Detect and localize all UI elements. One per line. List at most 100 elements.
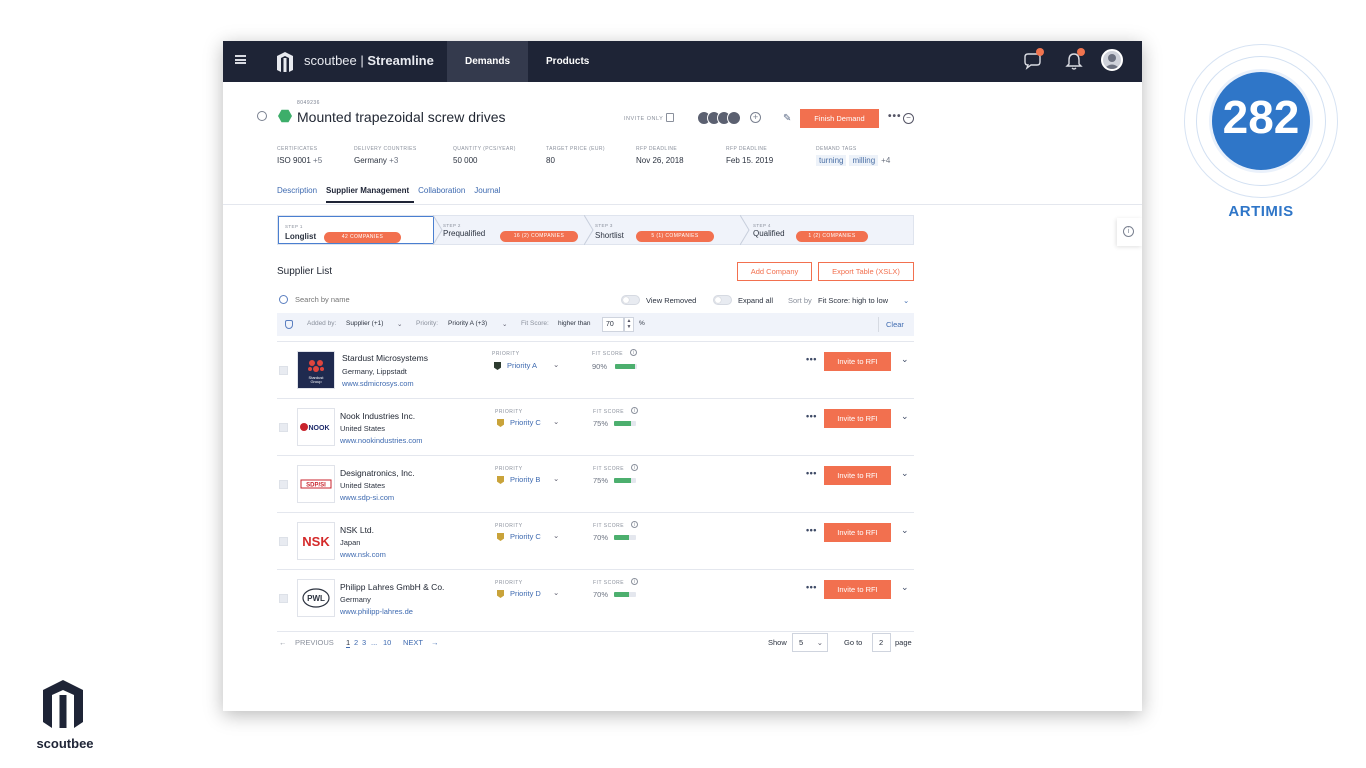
page-link-10[interactable]: 10: [383, 638, 391, 647]
back-button[interactable]: [257, 111, 267, 121]
priority-select[interactable]: Priority C: [510, 532, 541, 541]
fit-score-threshold-input[interactable]: 70: [602, 317, 624, 332]
company-name[interactable]: Nook Industries Inc.: [340, 411, 415, 421]
more-options-icon[interactable]: •••: [888, 111, 902, 122]
row-more-icon[interactable]: •••: [806, 582, 817, 592]
info-icon[interactable]: i: [630, 349, 637, 356]
messages-button[interactable]: [1022, 48, 1044, 72]
row-checkbox[interactable]: [279, 480, 288, 489]
sort-select[interactable]: Fit Score: high to low: [818, 296, 888, 305]
company-url[interactable]: www.sdp-si.com: [340, 493, 394, 502]
chevron-down-icon[interactable]: ⌄: [901, 582, 909, 593]
user-avatar[interactable]: [1101, 49, 1123, 71]
page-link-2[interactable]: 2: [354, 638, 358, 647]
step-prequalified[interactable]: STEP 2 Prequalified 16 (2) COMPANIES: [442, 216, 592, 244]
company-name[interactable]: Designatronics, Inc.: [340, 468, 415, 478]
priority-select[interactable]: Priority C: [510, 418, 541, 427]
tab-collaboration[interactable]: Collaboration: [418, 181, 470, 203]
chevron-down-icon[interactable]: ⌄: [553, 360, 559, 369]
row-checkbox[interactable]: [279, 537, 288, 546]
info-icon[interactable]: i: [631, 407, 638, 414]
meta-extra[interactable]: +3: [389, 156, 398, 165]
threshold-stepper[interactable]: ▲ ▼: [624, 317, 634, 332]
goto-page-input[interactable]: 2: [872, 633, 891, 652]
tab-description[interactable]: Description: [277, 181, 322, 203]
notifications-button[interactable]: [1063, 48, 1085, 72]
nav-demands[interactable]: Demands: [447, 41, 529, 82]
side-info-tab[interactable]: i: [1117, 218, 1142, 246]
add-company-button[interactable]: Add Company: [737, 262, 812, 281]
page-link-1[interactable]: 1: [346, 638, 351, 648]
row-checkbox[interactable]: [279, 594, 288, 603]
step-shortlist[interactable]: STEP 3 Shortlist 5 (1) COMPANIES: [594, 216, 744, 244]
chevron-down-icon[interactable]: ⌄: [901, 411, 909, 422]
demand-tag[interactable]: turning: [816, 155, 847, 166]
tab-supplier-management[interactable]: Supplier Management: [326, 181, 415, 203]
priority-select[interactable]: Priority A: [507, 361, 537, 370]
clear-filters-link[interactable]: Clear: [886, 320, 904, 329]
next-page-link[interactable]: NEXT: [403, 638, 423, 647]
supplier-row[interactable]: SDP/SI Designatronics, Inc. United State…: [277, 455, 914, 512]
fit-score-comparator[interactable]: higher than: [558, 320, 591, 327]
page-size-select[interactable]: 5 ⌄: [792, 633, 828, 652]
member-avatar[interactable]: [727, 111, 741, 125]
chevron-down-icon[interactable]: ⌄: [901, 354, 909, 365]
chevron-down-icon[interactable]: ⌄: [553, 531, 559, 540]
chevron-down-icon[interactable]: ⌄: [553, 474, 559, 483]
added-by-select[interactable]: Supplier (+1): [346, 320, 383, 327]
supplier-row[interactable]: NSK NSK Ltd. Japan www.nsk.com PRIORITY …: [277, 512, 914, 569]
row-checkbox[interactable]: [279, 423, 288, 432]
invite-to-rfi-button[interactable]: Invite to RFI: [824, 409, 891, 428]
supplier-row[interactable]: NOOK Nook Industries Inc. United States …: [277, 398, 914, 455]
finish-demand-button[interactable]: Finish Demand: [800, 109, 879, 128]
nav-products[interactable]: Products: [528, 41, 607, 82]
collapse-header-icon[interactable]: −: [903, 113, 914, 124]
row-more-icon[interactable]: •••: [806, 468, 817, 478]
meta-extra[interactable]: +5: [313, 156, 322, 165]
arrow-right-icon[interactable]: →: [431, 638, 439, 647]
row-more-icon[interactable]: •••: [806, 411, 817, 421]
invite-to-rfi-button[interactable]: Invite to RFI: [824, 523, 891, 542]
team-avatars[interactable]: [697, 111, 749, 125]
view-removed-toggle[interactable]: [621, 295, 640, 305]
page-link-3[interactable]: 3: [362, 638, 366, 647]
chevron-down-icon[interactable]: ⌄: [553, 417, 559, 426]
chevron-down-icon[interactable]: ⌄: [502, 320, 507, 328]
company-url[interactable]: www.nookindustries.com: [340, 436, 423, 445]
invite-to-rfi-button[interactable]: Invite to RFI: [824, 466, 891, 485]
expand-all-toggle[interactable]: [713, 295, 732, 305]
add-member-icon[interactable]: +: [750, 112, 761, 123]
company-url[interactable]: www.philipp-lahres.de: [340, 607, 413, 616]
search-input[interactable]: [295, 295, 445, 304]
row-more-icon[interactable]: •••: [806, 354, 817, 364]
step-qualified[interactable]: STEP 4 Qualified 1 (2) COMPANIES: [752, 216, 912, 244]
step-longlist[interactable]: STEP 1 Longlist 42 COMPANIES: [278, 216, 434, 244]
company-name[interactable]: Stardust Microsystems: [342, 353, 428, 363]
row-more-icon[interactable]: •••: [806, 525, 817, 535]
company-url[interactable]: www.sdmicrosys.com: [342, 379, 414, 388]
info-icon[interactable]: i: [631, 578, 638, 585]
edit-pencil-icon[interactable]: ✎: [783, 113, 791, 124]
info-icon[interactable]: i: [631, 521, 638, 528]
chevron-down-icon[interactable]: ⌄: [553, 588, 559, 597]
company-name[interactable]: NSK Ltd.: [340, 525, 374, 535]
previous-page-link[interactable]: PREVIOUS: [295, 638, 334, 647]
chevron-down-icon[interactable]: ⌄: [903, 296, 909, 305]
chevron-down-icon[interactable]: ⌄: [901, 468, 909, 479]
tab-journal[interactable]: Journal: [474, 181, 505, 203]
supplier-row[interactable]: Stardust Group Stardust Microsystems Ger…: [277, 341, 914, 398]
chevron-down-icon[interactable]: ⌄: [397, 320, 402, 328]
meta-extra[interactable]: +4: [881, 156, 890, 165]
row-checkbox[interactable]: [279, 366, 288, 375]
priority-select[interactable]: Priority D: [510, 589, 541, 598]
invite-to-rfi-button[interactable]: Invite to RFI: [824, 352, 891, 371]
export-table-button[interactable]: Export Table (XSLX): [818, 262, 914, 281]
info-icon[interactable]: i: [631, 464, 638, 471]
priority-select[interactable]: Priority B: [510, 475, 540, 484]
invite-to-rfi-button[interactable]: Invite to RFI: [824, 580, 891, 599]
supplier-row[interactable]: PWL Philipp Lahres GmbH & Co. Germany ww…: [277, 569, 914, 626]
chevron-down-icon[interactable]: ⌄: [901, 525, 909, 536]
menu-icon[interactable]: [235, 55, 246, 64]
arrow-left-icon[interactable]: ←: [279, 638, 287, 647]
company-name[interactable]: Philipp Lahres GmbH & Co.: [340, 582, 444, 592]
